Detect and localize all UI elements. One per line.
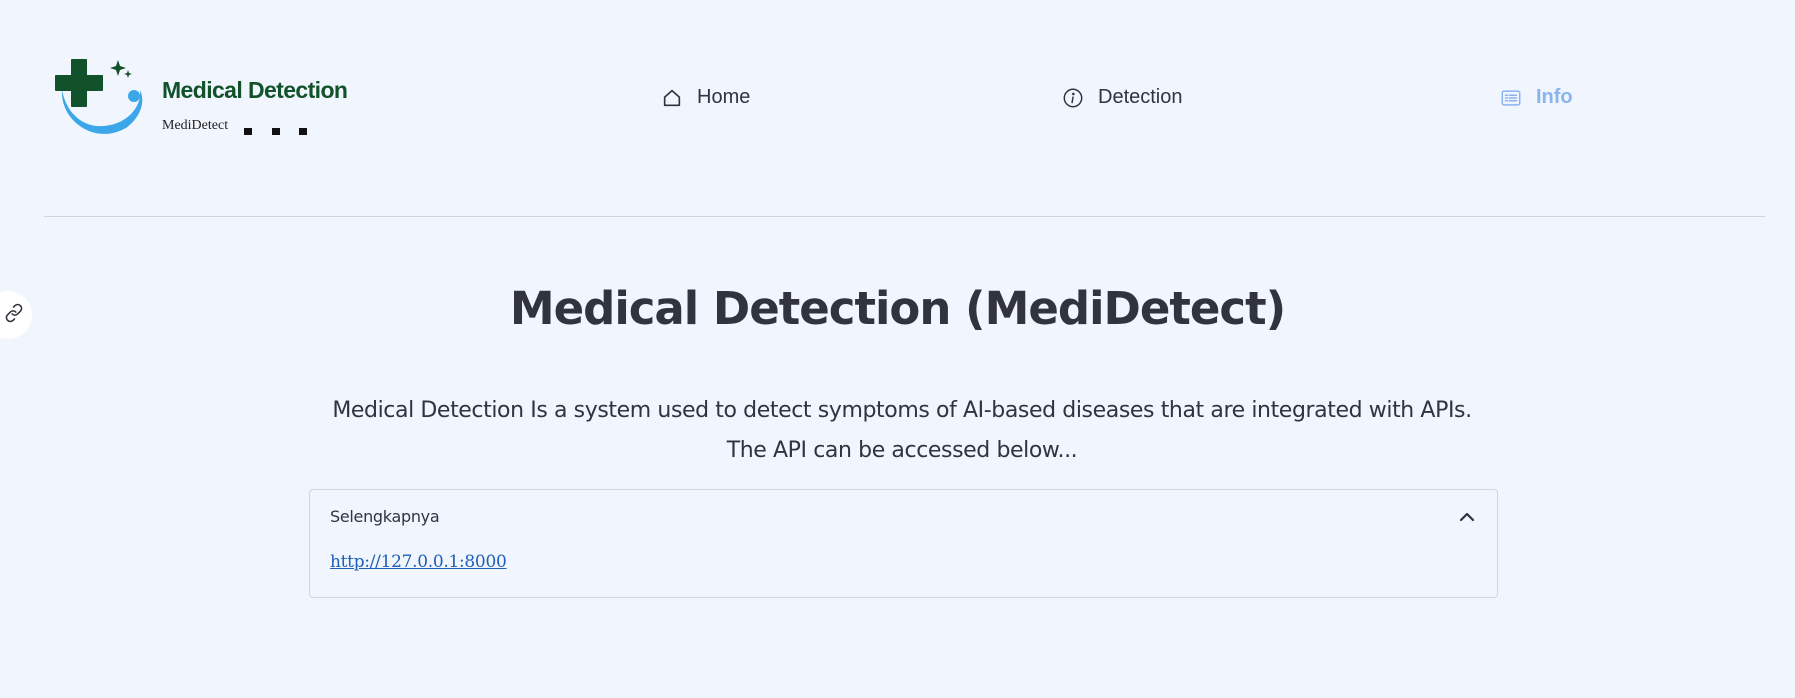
expander: Selengkapnya http://127.0.0.1:8000 bbox=[309, 489, 1498, 598]
info-circle-icon bbox=[1062, 87, 1084, 109]
expander-header[interactable]: Selengkapnya bbox=[330, 507, 440, 526]
nav-info[interactable]: Info bbox=[1500, 86, 1573, 109]
header-divider bbox=[44, 216, 1765, 217]
nav-home[interactable]: Home bbox=[661, 86, 750, 109]
logo-subtitle: MediDetect bbox=[162, 118, 229, 133]
nav-info-label: Info bbox=[1536, 86, 1573, 108]
api-link[interactable]: http://127.0.0.1:8000 bbox=[330, 552, 507, 572]
page-title: Medical Detection (MediDetect) bbox=[509, 282, 1286, 335]
page-description: Medical Detection Is a system used to de… bbox=[332, 398, 1472, 463]
dots-decoration bbox=[244, 128, 307, 135]
medical-cross-logo-icon bbox=[55, 59, 143, 134]
nav-home-label: Home bbox=[697, 86, 751, 108]
logo-title: Medical Detection bbox=[162, 77, 348, 103]
chevron-up-icon[interactable] bbox=[1459, 510, 1475, 528]
nav-detection-label: Detection bbox=[1098, 86, 1183, 108]
home-icon bbox=[661, 87, 683, 109]
list-card-icon bbox=[1500, 87, 1522, 109]
logo[interactable]: Medical Detection MediDetect bbox=[54, 54, 354, 144]
page: Medical Detection MediDetect Home Detect… bbox=[0, 0, 1795, 698]
nav-detection[interactable]: Detection bbox=[1062, 86, 1183, 109]
